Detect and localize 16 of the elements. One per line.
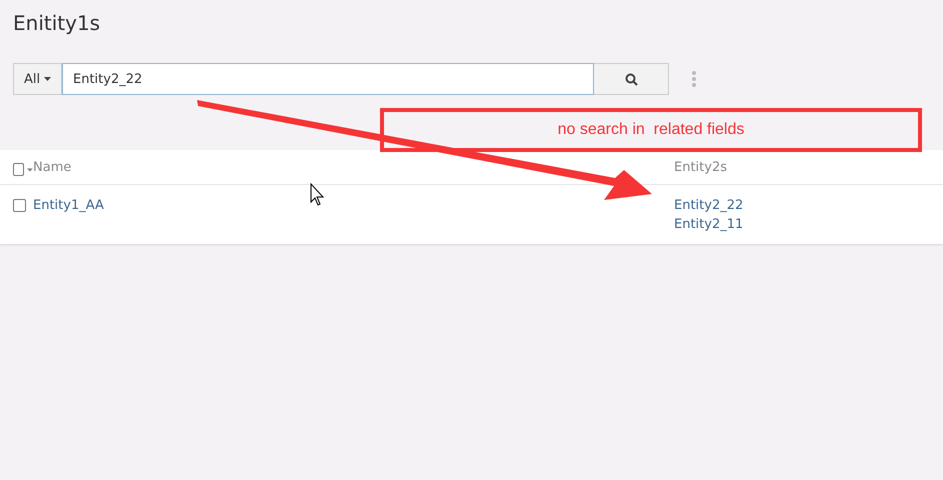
search-button[interactable] [594, 63, 669, 95]
entity-link[interactable]: Entity2_11 [674, 215, 943, 234]
caret-icon [44, 77, 52, 81]
entity-link[interactable]: Entity2_22 [674, 196, 943, 215]
annotation-text: no search in related fields [558, 121, 744, 139]
search-icon [624, 72, 638, 86]
scope-dropdown[interactable]: All [13, 63, 62, 95]
search-field[interactable]: Entity2_22 [62, 63, 594, 95]
column-header: Name [33, 160, 72, 175]
row-checkbox[interactable] [13, 199, 26, 212]
caret-icon[interactable] [27, 168, 33, 172]
entity-link[interactable]: Entity1_AA [33, 196, 674, 215]
page-title: Enitity1s [12, 10, 102, 37]
column-header: Entity2s [674, 160, 728, 175]
cursor-icon [310, 182, 324, 206]
select-all-checkbox[interactable] [13, 163, 24, 176]
